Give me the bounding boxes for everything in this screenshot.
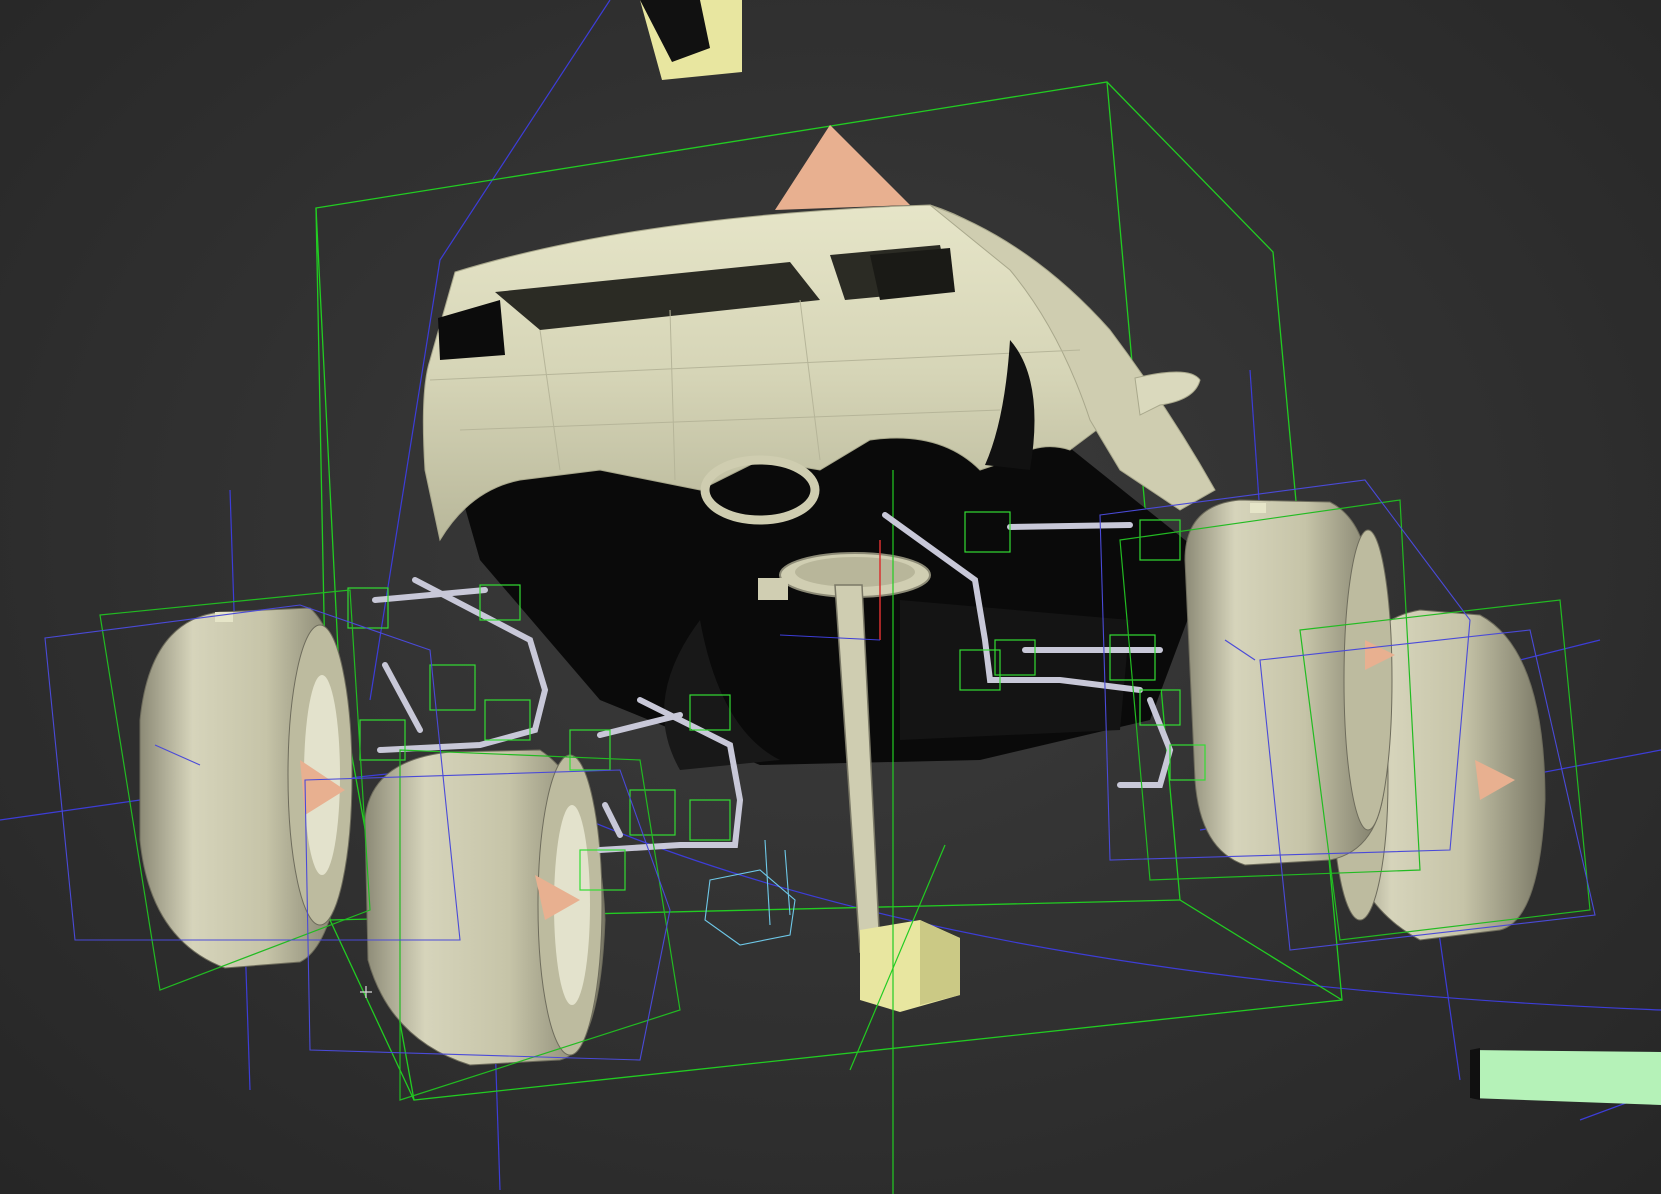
camera-target-block[interactable] <box>640 0 742 80</box>
point-helper <box>704 839 796 946</box>
wheel-front-left[interactable] <box>364 749 606 1066</box>
wheel-rear-left[interactable] <box>139 607 353 969</box>
3d-viewport[interactable] <box>0 0 1661 1194</box>
pyramid-marker-top <box>775 125 910 210</box>
control-block[interactable] <box>860 920 960 1012</box>
green-slab[interactable] <box>1470 1048 1661 1105</box>
wheel-front-right[interactable] <box>1184 499 1395 866</box>
steering-column[interactable] <box>758 470 960 1194</box>
scene-canvas[interactable] <box>0 0 1661 1194</box>
